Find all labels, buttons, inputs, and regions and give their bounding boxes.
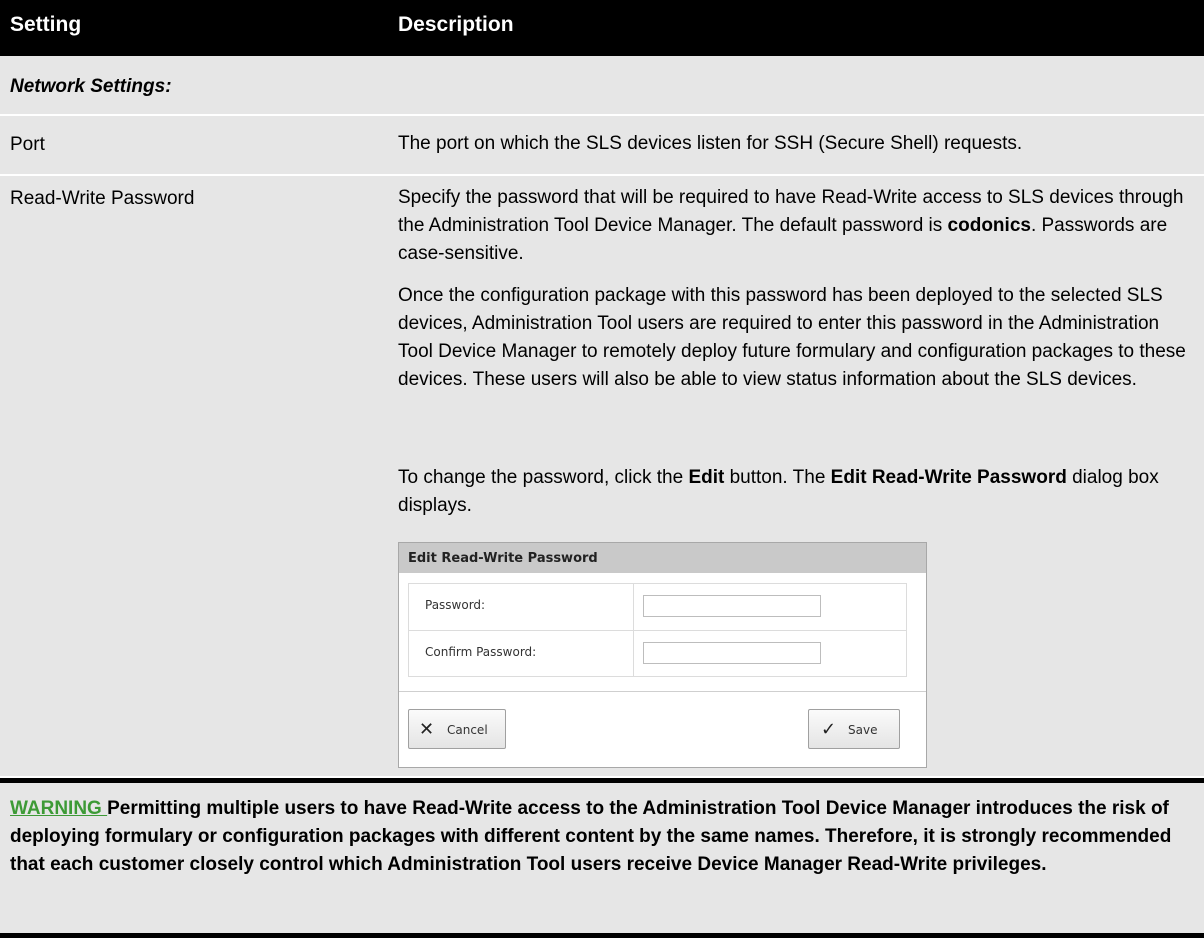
warning-text-block: WARNING Permitting multiple users to hav… (10, 795, 1190, 879)
dialog-title: Edit Read-Write Password (408, 551, 598, 566)
confirm-password-label: Confirm Password: (425, 645, 537, 659)
warning-block: WARNING Permitting multiple users to hav… (0, 783, 1204, 933)
rw-paragraph-1: Specify the password that will be requir… (398, 184, 1198, 268)
warning-text: Permitting multiple users to have Read-W… (10, 798, 1172, 875)
edit-password-dialog: Edit Read-Write Password Password: Confi… (398, 542, 927, 768)
rw-paragraph-2: Once the configuration package with this… (398, 285, 1186, 390)
rw-paragraph-3: To change the password, click the Edit b… (398, 464, 1198, 520)
section-row: Network Settings: (0, 56, 1204, 114)
setting-port: Port (10, 134, 45, 155)
warning-bottom-rule (0, 933, 1204, 938)
description-port: The port on which the SLS devices listen… (398, 130, 1198, 158)
password-row: Password: (409, 584, 906, 630)
port-description: The port on which the SLS devices listen… (398, 133, 1023, 154)
rw-p3-text-a: To change the password, click the (398, 467, 689, 488)
rw-paragraph-2-block: Once the configuration package with this… (398, 282, 1198, 394)
dialog-divider (399, 691, 926, 692)
default-password: codonics (947, 215, 1031, 236)
description-read-write-password: Specify the password that will be requir… (398, 184, 1198, 268)
setting-read-write-password: Read-Write Password (10, 188, 195, 209)
save-button[interactable]: ✓ Save (808, 709, 900, 749)
edit-term: Edit (688, 467, 725, 488)
password-label: Password: (425, 598, 486, 612)
cancel-button[interactable]: ✕ Cancel (408, 709, 506, 749)
save-label: Save (848, 723, 878, 737)
header-setting: Setting (10, 13, 82, 36)
password-field[interactable] (643, 595, 821, 617)
rw-p3-text-b: button. The (724, 467, 831, 488)
table-header: Setting Description (0, 0, 1204, 56)
table-row-read-write-password: Read-Write Password Specify the password… (0, 176, 1204, 776)
confirm-password-field[interactable] (643, 642, 821, 664)
check-icon: ✓ (821, 719, 837, 740)
dialog-name-term: Edit Read-Write Password (830, 467, 1067, 488)
section-title: Network Settings: (10, 76, 172, 97)
close-icon: ✕ (419, 719, 435, 740)
warning-link[interactable]: WARNING (10, 798, 107, 819)
document-page: Setting Description Network Settings: Po… (0, 0, 1204, 940)
dialog-form: Password: Confirm Password: (408, 583, 907, 677)
header-description: Description (398, 13, 514, 36)
confirm-password-row: Confirm Password: (409, 630, 906, 677)
table-row-port: Port The port on which the SLS devices l… (0, 116, 1204, 174)
dialog-title-bar: Edit Read-Write Password (399, 543, 926, 573)
cancel-label: Cancel (447, 723, 488, 737)
rw-paragraph-3-block: To change the password, click the Edit b… (398, 464, 1198, 520)
